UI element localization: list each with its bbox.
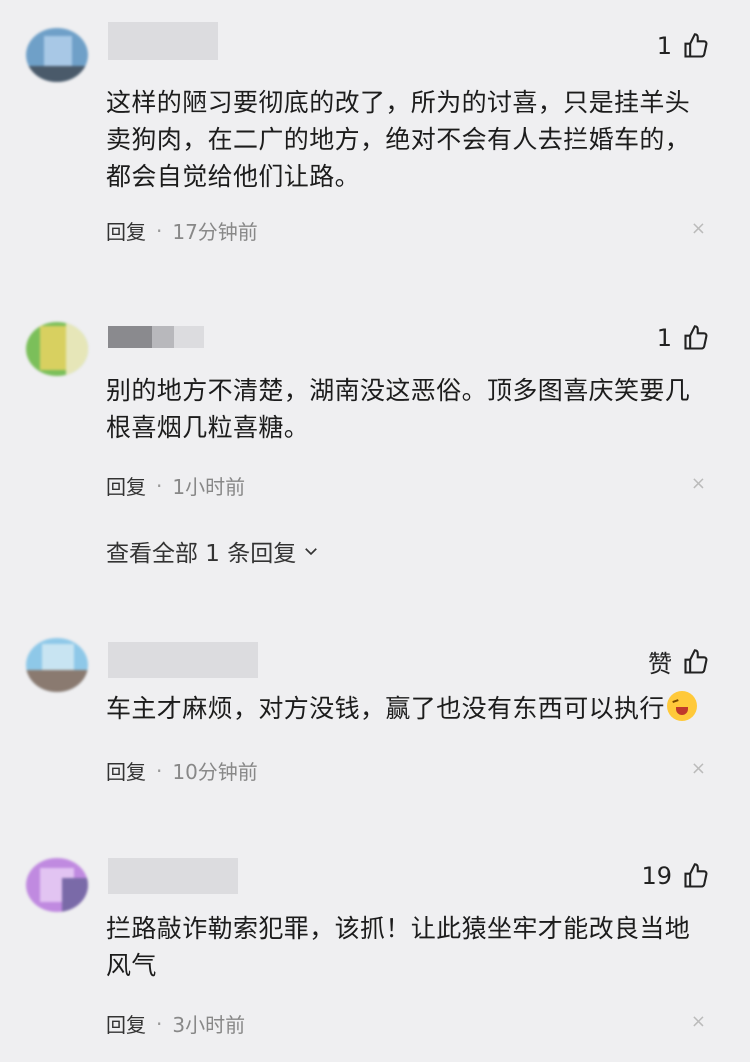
like-control[interactable]: 1 <box>657 32 710 60</box>
view-all-replies-link[interactable]: 查看全部 1 条回复 <box>106 534 320 568</box>
comment-text: 别的地方不清楚，湖南没这恶俗。顶多图喜庆笑要几 根喜烟几粒喜糖。 <box>106 372 706 446</box>
timestamp: 17分钟前 <box>172 220 258 244</box>
like-count: 1 <box>656 324 672 352</box>
comment-meta: 回复 · 17分钟前 <box>106 216 258 245</box>
comment-text: 车主才麻烦，对方没钱，赢了也没有东西可以执行 <box>106 690 706 727</box>
separator-dot: · <box>156 218 163 243</box>
separator-dot: · <box>156 1011 163 1036</box>
avatar[interactable] <box>26 28 88 82</box>
timestamp: 1小时前 <box>172 475 246 499</box>
comment-line: 都会自觉给他们让路。 <box>106 162 361 191</box>
close-icon[interactable]: × <box>691 1011 706 1032</box>
avatar[interactable] <box>26 858 88 912</box>
comment-meta: 回复 · 10分钟前 <box>106 756 258 785</box>
close-icon[interactable]: × <box>691 758 706 779</box>
reply-button[interactable]: 回复 <box>106 216 146 245</box>
thumbs-up-icon <box>684 648 708 674</box>
comment-line: 别的地方不清楚，湖南没这恶俗。顶多图喜庆笑要几 <box>106 376 691 405</box>
thumbs-up-icon <box>684 863 708 888</box>
like-count: 1 <box>656 32 672 60</box>
comment-text: 这样的陋习要彻底的改了，所为的讨喜，只是挂羊头 卖狗肉，在二广的地方，绝对不会有… <box>106 84 706 195</box>
reply-button[interactable]: 回复 <box>106 1009 146 1038</box>
like-label: 赞 <box>648 650 672 678</box>
reply-button[interactable]: 回复 <box>106 756 146 785</box>
close-icon[interactable]: × <box>691 473 706 494</box>
thumbs-up-icon <box>684 33 708 58</box>
reply-button[interactable]: 回复 <box>106 471 146 500</box>
comment-line: 拦路敲诈勒索犯罪，该抓！让此猿坐牢才能改良当地 <box>106 914 691 943</box>
comment-meta: 回复 · 3小时前 <box>106 1009 245 1038</box>
comment-line: 风气 <box>106 951 157 980</box>
like-count: 19 <box>641 862 672 890</box>
separator-dot: · <box>156 758 163 783</box>
thumbs-up-icon <box>684 325 708 350</box>
chevron-down-icon <box>305 548 318 556</box>
like-control[interactable]: 19 <box>641 862 710 890</box>
like-control[interactable]: 赞 <box>648 644 710 679</box>
avatar[interactable] <box>26 638 88 692</box>
separator-dot: · <box>156 473 163 498</box>
laughing-crying-emoji-icon <box>666 691 697 721</box>
close-icon[interactable]: × <box>691 218 706 239</box>
timestamp: 10分钟前 <box>172 760 258 784</box>
view-all-label: 查看全部 1 条回复 <box>106 541 297 567</box>
timestamp: 3小时前 <box>172 1013 246 1037</box>
comment-line-text: 车主才麻烦，对方没钱，赢了也没有东西可以执行 <box>106 694 665 723</box>
comment-meta: 回复 · 1小时前 <box>106 471 245 500</box>
comment-line: 车主才麻烦，对方没钱，赢了也没有东西可以执行 <box>106 690 706 727</box>
like-control[interactable]: 1 <box>657 324 710 352</box>
comment-line: 这样的陋习要彻底的改了，所为的讨喜，只是挂羊头 <box>106 88 691 117</box>
comment-text: 拦路敲诈勒索犯罪，该抓！让此猿坐牢才能改良当地 风气 <box>106 910 706 984</box>
avatar[interactable] <box>26 322 88 376</box>
comment-line: 卖狗肉，在二广的地方，绝对不会有人去拦婚车的， <box>106 125 691 154</box>
comment-line: 根喜烟几粒喜糖。 <box>106 413 310 442</box>
